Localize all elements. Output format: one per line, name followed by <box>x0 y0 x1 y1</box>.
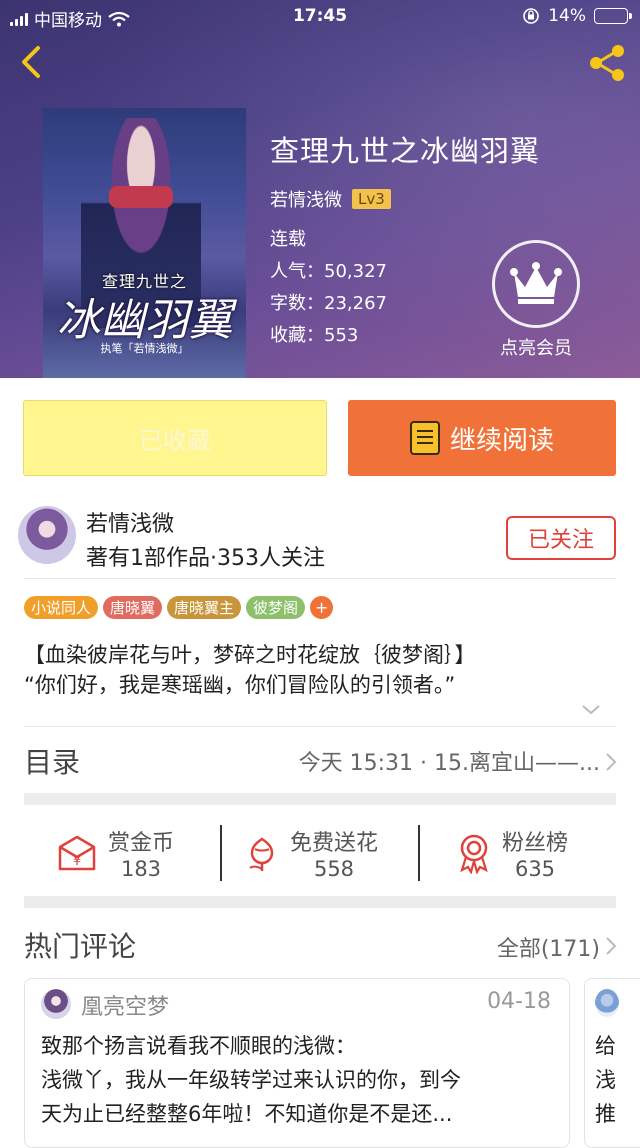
latest-chapter: 今天 15:31 · 15.离宜山——... <box>298 751 600 776</box>
battery-icon <box>594 8 632 24</box>
catalog-row[interactable]: 目录 今天 15:31 · 15.离宜山——... <box>0 727 640 793</box>
comment-line: 天为止已经整整6年啦！不知道你是不是还... <box>41 1102 453 1126</box>
cover-scarf <box>109 186 173 208</box>
author-row[interactable]: 若情浅微 著有1部作品·353人关注 已关注 <box>0 498 640 578</box>
description-line: “你们好，我是寒瑶幽，你们冒险队的引领者。” <box>24 673 456 697</box>
stat-label: 赏金币 <box>108 831 175 856</box>
cover-big-title: 冰幽羽翼 <box>56 295 233 346</box>
stat-divider <box>418 825 420 881</box>
continue-reading-label: 继续阅读 <box>449 425 554 456</box>
orientation-lock-icon <box>523 8 540 24</box>
book-title: 查理九世之冰幽羽翼 <box>270 134 541 168</box>
comment-card[interactable]: 给 浅 推 <box>584 978 640 1148</box>
all-comments-link[interactable]: 全部(171) <box>497 931 600 963</box>
description-line: 【血染彼岸花与叶，梦碎之时花绽放｛彼梦阁｝】 <box>24 643 476 667</box>
comment-line: 给 <box>595 1034 616 1058</box>
medal-icon <box>460 834 488 874</box>
book-icon <box>409 421 440 455</box>
fan-ranking-button[interactable]: 粉丝榜 635 <box>456 815 568 891</box>
stat-value: 558 <box>313 857 355 881</box>
comment-avatar[interactable] <box>595 989 619 1017</box>
chevron-right-icon <box>606 753 617 771</box>
stat-text: 免费送花 558 <box>290 825 378 881</box>
tag[interactable]: 唐晓翼主 <box>167 596 242 619</box>
catalog-title: 目录 <box>24 746 81 779</box>
book-header: 中国移动 17:45 14% 查理九世之 冰幽羽翼 执笔「若情浅微」 查理九世之… <box>0 0 640 378</box>
comment-text: 给 浅 推 <box>595 1029 625 1131</box>
comment-card[interactable]: 凰亮空梦 04-18 致那个扬言说看我不顺眼的浅微： 浅微丫，我从一年级转学过来… <box>24 978 570 1148</box>
stat-divider <box>220 825 222 881</box>
section-separator <box>24 793 616 805</box>
battery-percent: 14% <box>548 6 586 26</box>
chevron-down-icon[interactable] <box>580 703 602 717</box>
book-description: 【血染彼岸花与叶，梦碎之时花绽放｛彼梦阁｝】 “你们好，我是寒瑶幽，你们冒险队的… <box>24 640 616 700</box>
tag[interactable]: 彼梦阁 <box>246 596 306 619</box>
collected-label: 已收藏 <box>139 426 211 455</box>
send-flower-button[interactable]: 免费送花 558 <box>244 815 378 891</box>
tag-more-button[interactable]: + <box>310 596 334 619</box>
follow-label: 已关注 <box>527 528 594 553</box>
author-name[interactable]: 若情浅微 <box>86 506 174 538</box>
comment-avatar[interactable] <box>41 989 71 1019</box>
stat-label: 粉丝榜 <box>502 831 569 856</box>
level-badge: Lv3 <box>352 189 391 209</box>
reward-coins-button[interactable]: ¥ 赏金币 183 <box>56 815 174 891</box>
stat-text: 粉丝榜 635 <box>502 825 568 881</box>
crown-icon <box>492 240 580 328</box>
stat-text: 赏金币 183 <box>108 825 174 881</box>
collected-button[interactable]: 已收藏 <box>23 400 327 476</box>
comment-line: 推 <box>595 1102 616 1126</box>
stat-label: 免费送花 <box>290 831 379 856</box>
divider <box>24 578 616 579</box>
chevron-right-icon[interactable] <box>604 935 618 957</box>
cover-author-note: 执笔「若情浅微」 <box>100 342 189 355</box>
comment-line: 浅微丫，我从一年级转学过来认识的你，到今 <box>41 1068 461 1092</box>
flower-icon <box>249 837 274 871</box>
section-separator <box>24 896 616 908</box>
svg-text:¥: ¥ <box>73 854 81 869</box>
comment-line: 浅 <box>595 1068 616 1092</box>
author-avatar[interactable] <box>18 506 76 564</box>
stats-row: ¥ 赏金币 183 免费送花 558 粉丝榜 635 <box>0 815 640 891</box>
tag-list: 小说同人 唐晓翼 唐晓翼主 彼梦阁 + <box>24 596 334 619</box>
follow-button[interactable]: 已关注 <box>506 516 616 560</box>
red-envelope-icon: ¥ <box>58 835 96 871</box>
stat-value: 183 <box>120 857 162 881</box>
back-icon[interactable] <box>14 44 50 80</box>
stat-value: 635 <box>514 857 556 881</box>
book-cover: 查理九世之 冰幽羽翼 执笔「若情浅微」 <box>43 108 246 378</box>
comment-text: 致那个扬言说看我不顺眼的浅微： 浅微丫，我从一年级转学过来认识的你，到今 天为止… <box>41 1029 553 1131</box>
book-author-line: 若情浅微 Lv3 <box>270 186 540 212</box>
share-icon[interactable] <box>586 42 628 84</box>
vip-label: 点亮会员 <box>500 338 572 359</box>
continue-reading-button[interactable]: 继续阅读 <box>348 400 616 476</box>
comment-username[interactable]: 凰亮空梦 <box>81 989 169 1021</box>
comment-line: 致那个扬言说看我不顺眼的浅微： <box>41 1034 356 1058</box>
book-author[interactable]: 若情浅微 <box>270 186 342 212</box>
tag[interactable]: 小说同人 <box>24 596 99 619</box>
author-stats: 著有1部作品·353人关注 <box>86 546 325 571</box>
status-right: 14% <box>522 6 632 26</box>
tag[interactable]: 唐晓翼 <box>103 596 163 619</box>
hot-comments-title: 热门评论 <box>24 930 137 963</box>
vip-button[interactable]: 点亮会员 <box>490 240 582 360</box>
comment-date: 04-18 <box>487 989 551 1014</box>
status-bar: 中国移动 17:45 14% <box>0 0 640 34</box>
